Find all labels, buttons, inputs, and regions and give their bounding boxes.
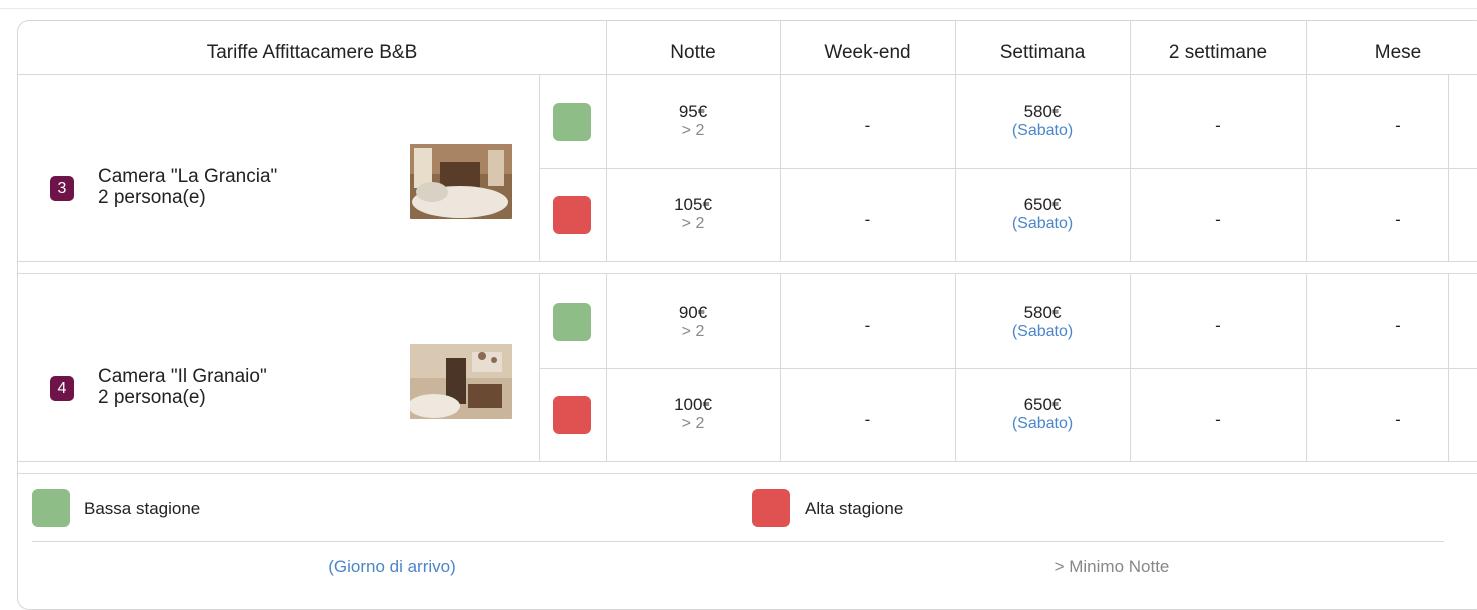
high-season-marker	[553, 396, 591, 434]
column-header-settimana: Settimana	[999, 42, 1086, 63]
arrival-day: (Sabato)	[1011, 323, 1074, 340]
price-weekend: -	[864, 410, 871, 429]
column-divider	[606, 21, 607, 74]
column-divider	[1130, 273, 1131, 461]
price-notte: 95€	[678, 102, 708, 121]
price-notte: 100€	[674, 395, 712, 414]
price-settimana: 580€	[1023, 303, 1062, 322]
price-settimana: 650€	[1023, 195, 1062, 214]
right-border	[1448, 273, 1449, 461]
legend-high-season-label: Alta stagione	[805, 499, 904, 518]
legend-divider	[32, 541, 1444, 542]
room-photo-image	[410, 144, 512, 219]
room-divider	[18, 261, 1477, 262]
arrival-day: (Sabato)	[1011, 415, 1074, 432]
room-divider	[18, 273, 1477, 274]
price-mese: -	[1395, 116, 1401, 135]
price-mese: -	[1395, 316, 1401, 335]
high-season-marker	[553, 196, 591, 234]
room-capacity: 2 persona(e)	[98, 387, 206, 408]
room-number-badge: 4	[50, 376, 74, 401]
low-season-marker	[553, 103, 591, 141]
right-border	[1448, 74, 1449, 261]
room-title[interactable]: Camera "Il Granaio"	[98, 366, 267, 387]
column-divider	[1306, 273, 1307, 461]
table-title: Tariffe Affittacamere B&B	[206, 42, 418, 63]
room-number-badge: 3	[50, 176, 74, 201]
legend-low-season-label: Bassa stagione	[84, 499, 201, 518]
column-divider	[780, 21, 781, 74]
room-title[interactable]: Camera "La Grancia"	[98, 166, 277, 187]
room-photo-image	[410, 344, 512, 419]
top-divider	[0, 8, 1477, 9]
price-weekend: -	[864, 116, 871, 135]
column-divider	[539, 273, 540, 461]
legend-min-nights-note: > Minimo Notte	[1054, 557, 1170, 576]
legend-top-line	[18, 473, 1477, 474]
room-photo[interactable]	[410, 144, 512, 219]
column-header-weekend: Week-end	[824, 42, 911, 63]
room-name[interactable]: Camera "Il Granaio" 2 persona(e)	[98, 366, 267, 408]
legend-low-season-swatch	[32, 489, 70, 527]
column-divider	[955, 21, 956, 74]
row-divider	[539, 368, 1477, 369]
min-nights: > 2	[681, 122, 705, 139]
price-weekend: -	[864, 316, 871, 335]
row-divider	[539, 168, 1477, 169]
min-nights: > 2	[681, 415, 705, 432]
min-nights: > 2	[681, 323, 705, 340]
price-2-settimane: -	[1215, 116, 1221, 135]
low-season-marker	[553, 303, 591, 341]
room-capacity: 2 persona(e)	[98, 187, 206, 208]
price-settimana: 580€	[1023, 102, 1062, 121]
column-divider	[1130, 21, 1131, 74]
price-notte: 105€	[674, 195, 712, 214]
price-2-settimane: -	[1215, 316, 1221, 335]
room-photo[interactable]	[410, 344, 512, 419]
column-divider	[1306, 21, 1307, 74]
column-divider	[1306, 74, 1307, 261]
column-header-mese: Mese	[1374, 42, 1422, 63]
price-settimana: 650€	[1023, 395, 1062, 414]
price-weekend: -	[864, 210, 871, 229]
price-mese: -	[1395, 210, 1401, 229]
room-divider	[18, 461, 1477, 462]
arrival-day: (Sabato)	[1011, 215, 1074, 232]
arrival-day: (Sabato)	[1011, 122, 1074, 139]
column-divider	[1130, 74, 1131, 261]
header-bottom-line	[18, 74, 1477, 75]
price-mese: -	[1395, 410, 1401, 429]
column-divider	[780, 273, 781, 461]
column-divider	[780, 74, 781, 261]
price-2-settimane: -	[1215, 410, 1221, 429]
column-header-2-settimane: 2 settimane	[1168, 42, 1268, 63]
min-nights: > 2	[681, 215, 705, 232]
price-notte: 90€	[678, 303, 708, 322]
legend-arrival-note: (Giorno di arrivo)	[328, 557, 456, 576]
room-name[interactable]: Camera "La Grancia" 2 persona(e)	[98, 166, 277, 208]
column-header-notte: Notte	[670, 42, 716, 63]
column-divider	[539, 74, 540, 261]
legend-high-season-swatch	[752, 489, 790, 527]
price-2-settimane: -	[1215, 210, 1221, 229]
